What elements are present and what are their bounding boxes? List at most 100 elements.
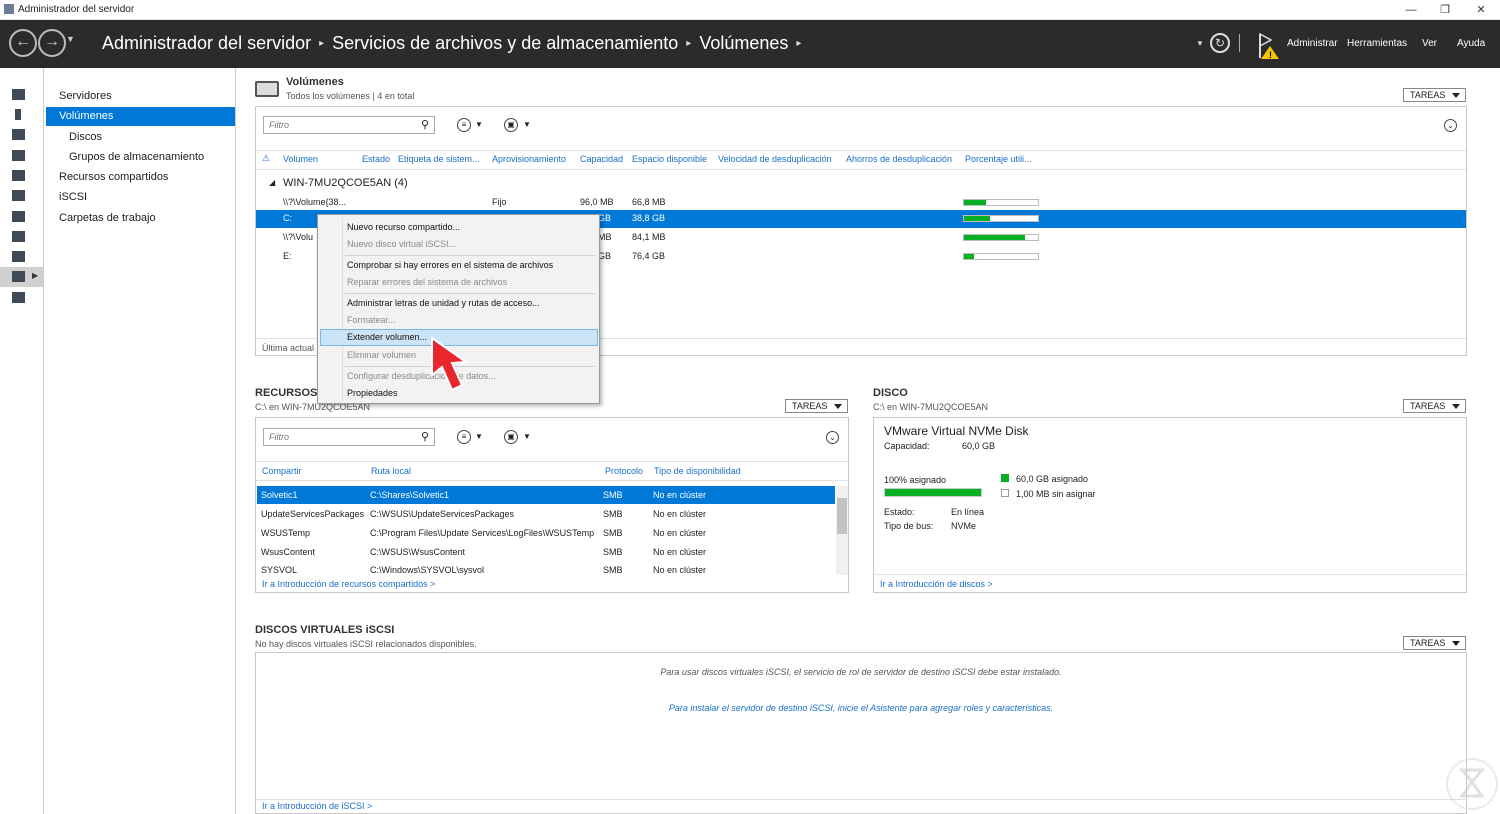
scrollbar[interactable] (836, 486, 848, 575)
col-ahorros-desduplicacion[interactable]: Ahorros de desduplicación (846, 154, 952, 164)
table-row[interactable]: WsusContent C:\WSUS\WsusContent SMB No e… (257, 543, 835, 561)
capacity-value: 60,0 GB (962, 441, 996, 451)
wsus-icon[interactable] (12, 231, 25, 242)
save-query-icon[interactable]: ▣ (504, 430, 518, 444)
col-porcentaje[interactable]: Porcentaje utili... (965, 154, 1032, 164)
nav-grupos-almacenamiento[interactable]: Grupos de almacenamiento (46, 148, 235, 167)
all-servers-icon[interactable] (12, 129, 25, 140)
chevron-down-icon[interactable]: ▼ (523, 432, 531, 441)
ad-ds-icon[interactable] (12, 150, 25, 161)
col-espacio-disponible[interactable]: Espacio disponible (632, 154, 707, 164)
back-button[interactable]: ← (9, 29, 37, 57)
menu-separator (345, 293, 595, 294)
col-ruta-local[interactable]: Ruta local (371, 466, 411, 476)
menu-item-format[interactable]: Formatear... (347, 315, 396, 325)
col-protocolo[interactable]: Protocolo (605, 466, 643, 476)
col-volumen[interactable]: Volumen (283, 154, 318, 164)
divider (874, 574, 1466, 575)
dns-icon[interactable] (12, 170, 25, 181)
nav-servidores[interactable]: Servidores (46, 87, 235, 106)
menu-ver[interactable]: Ver (1422, 38, 1437, 49)
disk-intro-link[interactable]: Ir a Introducción de discos > (880, 579, 993, 589)
local-server-icon[interactable] (15, 109, 21, 120)
cell-protocol: SMB (603, 509, 623, 519)
breadcrumb: Administrador del servidor ▸ Servicios de … (102, 33, 809, 54)
col-velocidad-desduplicacion[interactable]: Velocidad de desduplicación (718, 154, 832, 164)
volumes-filter-input[interactable]: Filtro (263, 116, 435, 134)
pointer-arrow-icon (428, 335, 478, 397)
print-services-icon[interactable] (12, 292, 25, 303)
search-icon[interactable]: ⚲ (421, 430, 429, 443)
breadcrumb-item[interactable]: Administrador del servidor (102, 33, 311, 53)
iis-icon[interactable] (12, 211, 25, 222)
close-button[interactable]: ✕ (1466, 2, 1496, 18)
allocation-bar (884, 488, 982, 497)
refresh-icon[interactable]: ↻ (1210, 33, 1230, 53)
usage-bar (963, 253, 1039, 260)
iscsi-install-link[interactable]: Para instalar el servidor de destino iSC… (256, 703, 1466, 713)
forward-button[interactable]: → (38, 29, 66, 57)
nav-recursos-compartidos[interactable]: Recursos compartidos (46, 168, 235, 187)
menu-item-repair-errors[interactable]: Reparar errores del sistema de archivos (347, 277, 507, 287)
iscsi-tasks-button[interactable]: TAREAS (1403, 636, 1466, 650)
table-row[interactable]: SYSVOL C:\Windows\SYSVOL\sysvol SMB No e… (257, 562, 835, 576)
breadcrumb-item[interactable]: Volúmenes (699, 33, 788, 53)
table-row[interactable]: WSUSTemp C:\Program Files\Update Service… (257, 524, 835, 542)
col-capacidad[interactable]: Capacidad (580, 154, 623, 164)
chevron-down-icon[interactable]: ▼ (523, 120, 531, 129)
list-view-icon[interactable]: ≡ (457, 118, 471, 132)
shares-intro-link[interactable]: Ir a Introducción de recursos compartido… (262, 579, 435, 589)
nav-carpetas-trabajo[interactable]: Carpetas de trabajo (46, 209, 235, 228)
search-icon[interactable]: ⚲ (421, 118, 429, 131)
warning-flag-icon[interactable]: ! (1257, 32, 1281, 60)
dropdown-icon[interactable]: ▼ (1196, 39, 1204, 48)
dashboard-icon[interactable] (12, 89, 25, 100)
restore-button[interactable]: ❐ (1430, 2, 1460, 18)
cell-prov: Fijo (492, 197, 507, 207)
shares-filter-input[interactable]: Filtro (263, 428, 435, 446)
collapse-group-icon[interactable]: ◢ (269, 178, 275, 187)
chevron-down-icon[interactable]: ▼ (475, 120, 483, 129)
disk-tasks-button[interactable]: TAREAS (1403, 399, 1466, 413)
table-row-selected[interactable]: Solvetic1 C:\Shares\Solvetic1 SMB No en … (257, 486, 835, 504)
col-estado[interactable]: Estado (362, 154, 390, 164)
menu-item-drive-letters[interactable]: Administrar letras de unidad y rutas de … (347, 298, 540, 308)
col-compartir[interactable]: Compartir (262, 466, 302, 476)
minimize-button[interactable]: — (1396, 2, 1426, 18)
breadcrumb-item[interactable]: Servicios de archivos y de almacenamient… (332, 33, 678, 53)
save-query-icon[interactable]: ▣ (504, 118, 518, 132)
menu-separator (345, 255, 595, 256)
expand-collapse-icon[interactable]: ⌄ (826, 431, 839, 444)
menu-item-extend-volume[interactable]: Extender volumen... (347, 332, 427, 342)
menu-item-properties[interactable]: Propiedades (347, 388, 398, 398)
history-dropdown-icon[interactable]: ▼ (66, 34, 75, 44)
shares-tasks-button[interactable]: TAREAS (785, 399, 848, 413)
menu-item-delete-volume[interactable]: Eliminar volumen (347, 350, 416, 360)
nav-discos[interactable]: Discos (46, 128, 235, 147)
menu-item-new-iscsi[interactable]: Nuevo disco virtual iSCSI... (347, 239, 456, 249)
menu-ayuda[interactable]: Ayuda (1457, 38, 1485, 49)
expand-collapse-icon[interactable]: ⌄ (1444, 119, 1457, 132)
iscsi-intro-link[interactable]: Ir a Introducción de iSCSI > (262, 801, 372, 811)
breadcrumb-separator-icon: ▸ (796, 38, 802, 49)
volumes-tasks-button[interactable]: TAREAS (1403, 88, 1466, 102)
menu-administrar[interactable]: Administrar (1287, 38, 1338, 49)
remote-access-icon[interactable] (12, 251, 25, 262)
col-tipo-disponibilidad[interactable]: Tipo de disponibilidad (654, 466, 741, 476)
capacity-label: Capacidad: (884, 441, 930, 451)
table-row[interactable]: UpdateServicesPackages C:\WSUS\UpdateSer… (257, 505, 835, 523)
menu-herramientas[interactable]: Herramientas (1347, 38, 1407, 49)
menu-item-new-share[interactable]: Nuevo recurso compartido... (347, 222, 460, 232)
left-icon-bar: ▶ (0, 68, 44, 814)
menu-item-check-errors[interactable]: Comprobar si hay errores en el sistema d… (347, 260, 553, 270)
chevron-down-icon[interactable]: ▼ (475, 432, 483, 441)
watermark-logo (1446, 758, 1498, 810)
file-services-icon[interactable] (12, 190, 25, 201)
scrollbar-thumb[interactable] (837, 498, 847, 534)
list-view-icon[interactable]: ≡ (457, 430, 471, 444)
col-etiqueta[interactable]: Etiqueta de sistem... (398, 154, 480, 164)
nav-iscsi[interactable]: iSCSI (46, 188, 235, 207)
storage-services-icon[interactable] (12, 271, 25, 282)
nav-volumenes[interactable]: Volúmenes (46, 107, 235, 126)
col-aprovisionamiento[interactable]: Aprovisionamiento (492, 154, 566, 164)
